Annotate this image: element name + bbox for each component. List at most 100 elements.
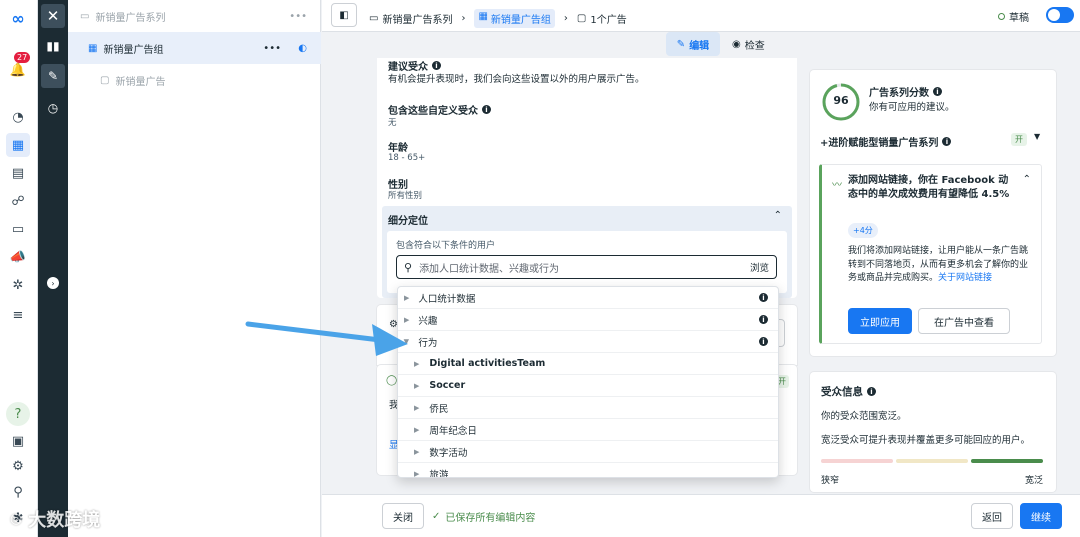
- meter-mid: [896, 459, 968, 463]
- chevron-right-icon: ›: [461, 13, 466, 24]
- news-icon[interactable]: ▣: [6, 429, 30, 453]
- dashboard-icon[interactable]: ◔: [6, 105, 30, 129]
- website-link[interactable]: 关于网站链接: [938, 273, 992, 283]
- close-button[interactable]: 关闭: [382, 503, 424, 529]
- caret-right-icon: ▶: [414, 447, 420, 456]
- audiences-icon[interactable]: ☍: [6, 189, 30, 213]
- score-title: 广告系列分数 i: [869, 84, 942, 99]
- icon-rail: ∞ 🔔 27 ◔ ▦ ▤ ☍ ▭ 📣 ✲ ≡ ? ▣ ⚙ ⚲ ✱: [0, 0, 38, 537]
- caret-right-icon: ▶: [414, 469, 420, 478]
- chevron-up-icon[interactable]: ⌃: [1023, 174, 1031, 185]
- dropdown-subitem[interactable]: ▶ 侨民: [398, 397, 778, 419]
- score-value: 96: [833, 94, 849, 107]
- advantage-toggle[interactable]: 开: [1011, 133, 1027, 146]
- review-tab[interactable]: ◉ 检查: [732, 32, 765, 56]
- publish-toggle[interactable]: [1046, 7, 1074, 23]
- crumb-adset[interactable]: ▦ 新销量广告组: [474, 9, 555, 28]
- save-status: ✓ 已保存所有编辑内容: [432, 511, 536, 524]
- detailed-search-input[interactable]: ⚲ 添加人口统计数据、兴趣或行为 浏览: [396, 255, 777, 279]
- top-bar: ◧ ▭ 新销量广告系列 › ▦ 新销量广告组 › ▢ 1个广告 草稿: [322, 0, 1080, 32]
- history-icon[interactable]: ◷: [41, 96, 65, 120]
- dropdown-subitem[interactable]: ▶ 数字活动: [398, 441, 778, 463]
- catalog-icon[interactable]: ▤: [6, 161, 30, 185]
- ads-manager-icon[interactable]: ▦: [6, 133, 30, 157]
- recommendation-card: 〰 添加网站链接，你在 Facebook 动态中的单次成效费用有望降低 4.5%…: [819, 164, 1042, 344]
- campaign-tree: ▭ 新销量广告系列 ••• ▦ 新销量广告组 ••• ◐ ▢ 新销量广告: [68, 0, 321, 537]
- include-box: 包含符合以下条件的用户 ⚲ 添加人口统计数据、兴趣或行为 浏览: [387, 231, 787, 293]
- more-icon[interactable]: •••: [289, 11, 307, 22]
- expand-icon[interactable]: ›: [41, 271, 65, 295]
- overview-icon[interactable]: ▮▮: [41, 34, 65, 58]
- meter-narrow: [821, 459, 893, 463]
- edit-tab[interactable]: ✎ 编辑: [666, 32, 720, 56]
- score-card: 96 广告系列分数 i 你有可应用的建议。 +进阶赋能型销量广告系列 i 开 ▼ 〰…: [810, 70, 1056, 356]
- campaign-icon[interactable]: 📣: [6, 245, 30, 269]
- crumb-ad[interactable]: 1个广告: [590, 11, 626, 26]
- view-in-ad-button[interactable]: 在广告中查看: [918, 308, 1010, 334]
- meta-logo-icon[interactable]: ∞: [6, 6, 30, 30]
- menu-icon[interactable]: ≡: [6, 303, 30, 327]
- info-icon[interactable]: i: [759, 337, 768, 346]
- caret-right-icon: ▶: [404, 293, 410, 302]
- browse-button[interactable]: 浏览: [750, 260, 769, 274]
- points-badge: +4分: [848, 223, 878, 238]
- info-icon[interactable]: i: [432, 61, 441, 70]
- tree-ad[interactable]: ▢ 新销量广告: [68, 64, 321, 96]
- info-icon[interactable]: i: [482, 105, 491, 114]
- business-icon[interactable]: ✲: [6, 273, 30, 297]
- dropdown-subitem[interactable]: ▶ 旅游: [398, 463, 778, 478]
- settings-gear-icon[interactable]: ⚙: [6, 454, 30, 478]
- search-icon[interactable]: ⚲: [6, 480, 30, 504]
- gender-value: 所有性别: [388, 191, 423, 201]
- age-value: 18 - 65+: [388, 153, 426, 163]
- dropdown-item-behaviors[interactable]: ▶ 行为 i: [398, 331, 778, 353]
- billing-icon[interactable]: ▭: [6, 217, 30, 241]
- apply-button[interactable]: 立即应用: [848, 308, 912, 334]
- crumb-campaign[interactable]: 新销量广告系列: [382, 11, 452, 26]
- detailed-targeting-title: 细分定位: [388, 216, 428, 227]
- search-icon: ⚲: [404, 260, 413, 274]
- status-half-icon: ◐: [298, 42, 307, 54]
- adset-grid-icon: ▦: [478, 11, 488, 22]
- breadcrumb: ▭ 新销量广告系列 › ▦ 新销量广告组 › ▢ 1个广告: [369, 9, 627, 28]
- info-icon[interactable]: i: [867, 387, 876, 396]
- caret-right-icon: ▶: [414, 381, 420, 390]
- tree-adset[interactable]: ▦ 新销量广告组 ••• ◐: [68, 32, 321, 64]
- continue-button[interactable]: 继续: [1020, 503, 1062, 529]
- score-subtitle: 你有可应用的建议。: [869, 102, 955, 113]
- more-icon[interactable]: •••: [263, 43, 281, 54]
- sidebar-toggle-icon[interactable]: ◧: [331, 3, 357, 27]
- tree-campaign[interactable]: ▭ 新销量广告系列 •••: [68, 0, 321, 32]
- check-icon: ✓: [432, 511, 441, 522]
- dropdown-subitem[interactable]: ▶ 周年纪念日: [398, 419, 778, 441]
- custom-audience-value: 无: [388, 118, 397, 128]
- dropdown-item-demographics[interactable]: ▶ 人口统计数据 i: [398, 287, 778, 309]
- check-circle-icon: ◯: [386, 375, 398, 386]
- adset-grid-icon: ▦: [88, 42, 98, 54]
- help-icon[interactable]: ?: [6, 402, 30, 426]
- caret-down-icon[interactable]: ▼: [1034, 132, 1040, 141]
- dropdown-subitem[interactable]: ▶ Soccer: [398, 375, 778, 397]
- close-icon[interactable]: ✕: [41, 4, 65, 28]
- meter-broad: [971, 459, 1043, 463]
- edit-pencil-icon[interactable]: ✎: [41, 64, 65, 88]
- info-icon[interactable]: i: [933, 87, 942, 96]
- chevron-up-icon[interactable]: ⌃: [774, 210, 782, 221]
- custom-audience-title: 包含这些自定义受众 i: [388, 102, 491, 117]
- audience-range: 你的受众范围宽泛。: [821, 411, 907, 422]
- folder-icon: ▭: [80, 10, 90, 22]
- back-button[interactable]: 返回: [971, 503, 1013, 529]
- age-title: 年龄: [388, 143, 408, 154]
- targeting-dropdown: ▶ 人口统计数据 i ▶ 兴趣 i ▶ 行为 i ▶ Digital activi…: [397, 286, 779, 478]
- suggest-audience-desc: 有机会提升表现时，我们会向这些设置以外的用户展示广告。: [388, 74, 645, 85]
- meter-broad-label: 宽泛: [1025, 476, 1044, 486]
- watermark-logo-icon: ◎: [10, 511, 23, 527]
- dropdown-subitem[interactable]: ▶ Digital activitiesTeam: [398, 353, 778, 375]
- footer-bar: 关闭 ✓ 已保存所有编辑内容 返回 继续: [322, 494, 1080, 537]
- info-icon[interactable]: i: [759, 315, 768, 324]
- dropdown-item-interests[interactable]: ▶ 兴趣 i: [398, 309, 778, 331]
- info-icon[interactable]: i: [759, 293, 768, 302]
- recommendation-title: 添加网站链接，你在 Facebook 动态中的单次成效费用有望降低 4.5%: [848, 175, 1010, 200]
- info-icon[interactable]: i: [942, 137, 952, 146]
- trend-icon: 〰: [832, 180, 842, 191]
